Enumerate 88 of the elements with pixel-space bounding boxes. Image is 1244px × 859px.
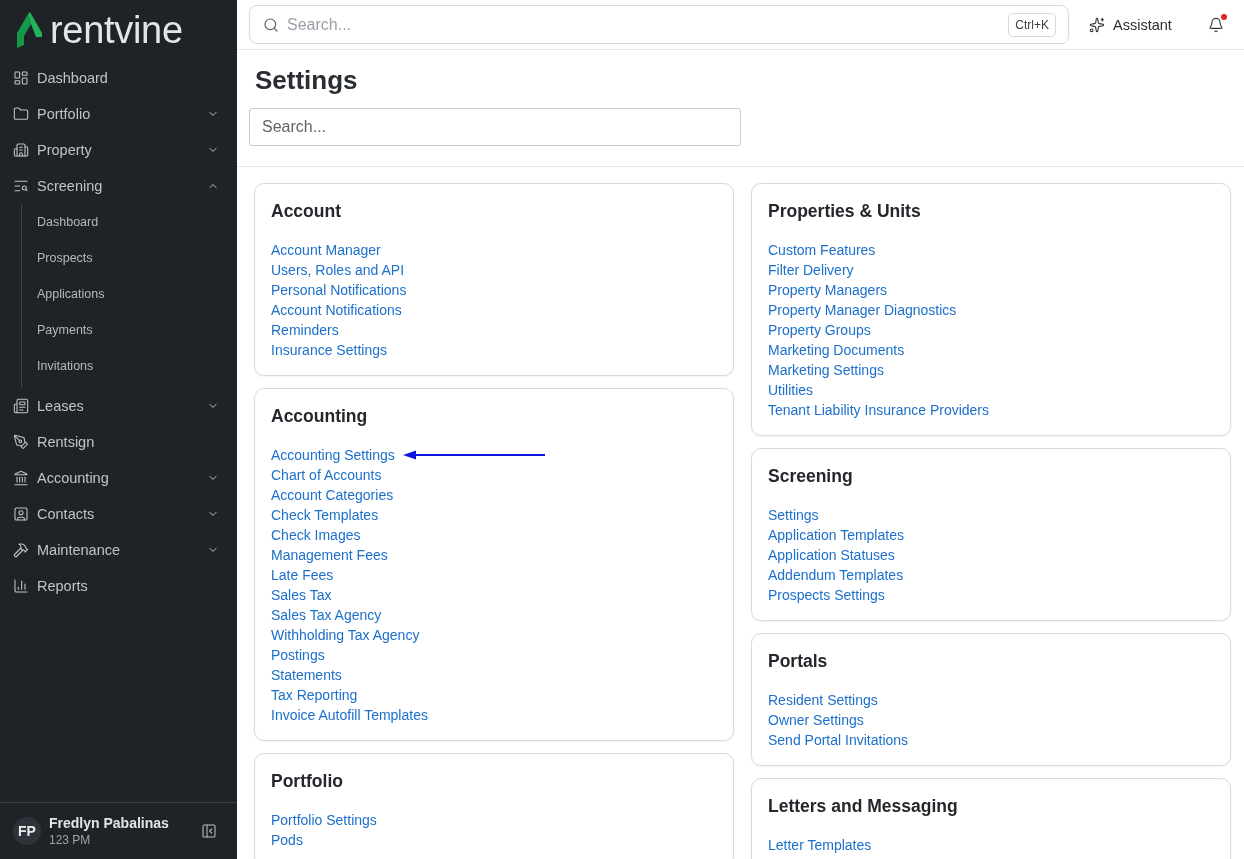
search-field[interactable]: Search... (287, 15, 1001, 34)
settings-link[interactable]: Property Groups (768, 320, 871, 340)
settings-link[interactable]: Insurance Settings (271, 340, 387, 360)
nav-item[interactable]: Contacts (0, 496, 237, 532)
user-detail: 123 PM (49, 832, 92, 848)
settings-link[interactable]: Withholding Tax Agency (271, 625, 420, 645)
nav-subitem[interactable]: Prospects (22, 240, 237, 276)
settings-link[interactable]: Chart of Accounts (271, 465, 382, 485)
assistant-button[interactable]: Assistant (1087, 12, 1174, 37)
settings-link[interactable]: Portfolio Settings (271, 810, 377, 830)
settings-link[interactable]: Statements (271, 665, 342, 685)
settings-link[interactable]: Account Notifications (271, 300, 402, 320)
settings-link[interactable]: Filter Delivery (768, 260, 854, 280)
settings-link[interactable]: Late Fees (271, 565, 334, 585)
settings-link[interactable]: Letter Templates (768, 835, 872, 855)
nav-item[interactable]: Leases (0, 388, 237, 424)
nav-subitem[interactable]: Applications (22, 276, 237, 312)
settings-link[interactable]: Sales Tax (271, 585, 332, 605)
settings-search-field[interactable]: Search... (249, 108, 741, 146)
card-title: Screening (768, 465, 853, 487)
settings-link[interactable]: Property Managers (768, 280, 888, 300)
settings-link[interactable]: Settings (768, 505, 819, 525)
settings-link[interactable]: Accounting Settings (271, 445, 395, 465)
bar-chart-icon (13, 578, 29, 594)
settings-link[interactable]: Utilities (768, 380, 814, 400)
logo-text: rentvine (50, 10, 183, 50)
settings-link[interactable]: Check Images (271, 525, 361, 545)
settings-link[interactable]: Pods (271, 830, 303, 850)
panel-collapse-icon (201, 823, 217, 839)
settings-link[interactable]: Application Templates (768, 525, 904, 545)
nav-item[interactable]: Dashboard (0, 60, 237, 96)
collapse-sidebar-button[interactable] (201, 823, 217, 839)
card-title: Letters and Messaging (768, 795, 958, 817)
settings-link[interactable]: Reminders (271, 320, 339, 340)
settings-link[interactable]: Management Fees (271, 545, 388, 565)
settings-link[interactable]: Custom Features (768, 240, 876, 260)
shortcut-key: Ctrl+K (1008, 12, 1056, 37)
contact-card-icon (13, 506, 29, 522)
nav-item[interactable]: Rentsign (0, 424, 237, 460)
nav-subitem[interactable]: Dashboard (22, 204, 237, 240)
building-icon (13, 142, 29, 158)
card-title: Portfolio (271, 770, 343, 792)
search-icon (263, 16, 279, 33)
card-title: Accounting (271, 405, 368, 427)
settings-link[interactable]: Personal Notifications (271, 280, 407, 300)
settings-link[interactable]: Account Categories (271, 485, 394, 505)
hammer-icon (13, 542, 29, 558)
settings-link[interactable]: Application Statuses (768, 545, 895, 565)
nav-item[interactable]: Property (0, 132, 237, 168)
settings-link[interactable]: Send Portal Invitations (768, 730, 909, 750)
nav-item[interactable]: Accounting (0, 460, 237, 496)
settings-link[interactable]: Tenant Liability Insurance Providers (768, 400, 989, 420)
pen-nib-icon (13, 434, 29, 450)
bank-icon (13, 470, 29, 486)
bell-icon (1208, 16, 1224, 33)
card-title: Portals (768, 650, 828, 672)
logo-icon (17, 12, 42, 48)
settings-link[interactable]: Marketing Settings (768, 360, 884, 380)
nav-item[interactable]: Screening (0, 168, 237, 204)
card-title: Properties & Units (768, 200, 921, 222)
nav-subitem[interactable]: Payments (22, 312, 237, 348)
settings-link[interactable]: Check Templates (271, 505, 379, 525)
page-title: Settings (255, 64, 358, 96)
newspaper-icon (13, 398, 29, 414)
card-title: Account (271, 200, 341, 222)
sparkle-icon (1089, 16, 1105, 33)
user-name: Fredlyn Pabalinas (49, 814, 169, 832)
settings-link[interactable]: Owner Settings (768, 710, 864, 730)
user-avatar: FP (13, 817, 41, 845)
search-bar[interactable]: Search... Ctrl+K (249, 5, 1069, 44)
settings-link[interactable]: Resident Settings (768, 690, 878, 710)
nav-item[interactable]: Portfolio (0, 96, 237, 132)
nav-subitem[interactable]: Invitations (22, 348, 237, 384)
nav-item[interactable]: Reports (0, 568, 237, 604)
grid-icon (13, 70, 29, 86)
list-search-icon (13, 178, 29, 194)
settings-link[interactable]: Sales Tax Agency (271, 605, 382, 625)
settings-link[interactable]: Tax Reporting (271, 685, 358, 705)
nav-item[interactable]: Maintenance (0, 532, 237, 568)
settings-link[interactable]: Property Manager Diagnostics (768, 300, 957, 320)
settings-link[interactable]: Users, Roles and API (271, 260, 405, 280)
settings-link[interactable]: Account Manager (271, 240, 381, 260)
folder-icon (13, 106, 29, 122)
settings-link[interactable]: Addendum Templates (768, 565, 904, 585)
settings-link[interactable]: Marketing Documents (768, 340, 905, 360)
settings-link[interactable]: Postings (271, 645, 325, 665)
settings-link[interactable]: Prospects Settings (768, 585, 885, 605)
settings-link[interactable]: Invoice Autofill Templates (271, 705, 428, 725)
